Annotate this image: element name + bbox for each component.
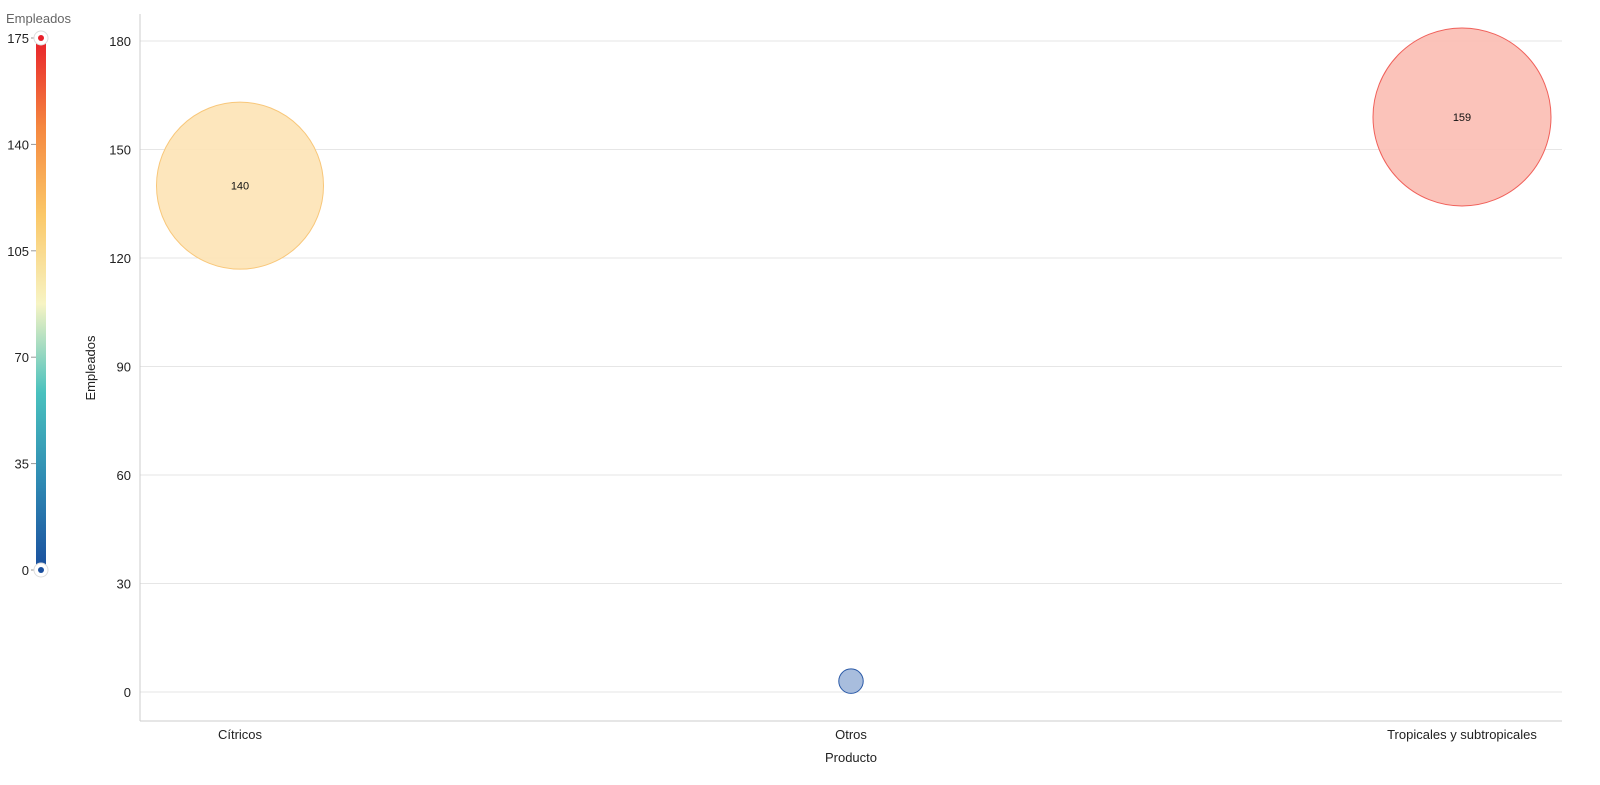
y-tick-label: 180	[109, 34, 131, 49]
y-tick-label: 90	[117, 360, 131, 375]
bubble-chart: Empleados 0 35 70 105 140 175 0 30 60 90 120 150 18…	[6, 11, 1562, 765]
bubbles: 140 159	[155, 27, 1552, 694]
y-tick-label: 60	[117, 468, 131, 483]
legend-tick-label: 70	[15, 350, 29, 365]
legend-color-bar	[36, 38, 46, 570]
y-tick-label: 0	[124, 685, 131, 700]
y-tick-label: 120	[109, 251, 131, 266]
legend-tick-label: 0	[22, 563, 29, 578]
x-axis-ticks: Cítricos Otros Tropicales y subtropicales	[218, 727, 1537, 742]
color-legend: Empleados 0 35 70 105 140 175	[6, 11, 72, 578]
legend-tick-label: 35	[15, 457, 29, 472]
x-axis-title: Producto	[825, 750, 877, 765]
legend-tick-label: 140	[7, 137, 29, 152]
x-tick-label: Otros	[835, 727, 867, 742]
y-tick-label: 150	[109, 143, 131, 158]
legend-min-marker	[38, 567, 44, 573]
legend-max-marker	[38, 35, 44, 41]
bubble[interactable]	[838, 668, 864, 694]
bubble-value-label: 140	[231, 181, 249, 193]
y-axis-ticks: 0 30 60 90 120 150 180	[109, 34, 131, 700]
legend-tick-label: 105	[7, 244, 29, 259]
x-tick-label: Tropicales y subtropicales	[1387, 727, 1537, 742]
legend-tick-label: 175	[7, 31, 29, 46]
y-axis-title: Empleados	[83, 335, 98, 401]
bubble-value-label: 159	[1453, 112, 1471, 124]
legend-title: Empleados	[6, 11, 72, 26]
x-tick-label: Cítricos	[218, 727, 263, 742]
y-tick-label: 30	[117, 577, 131, 592]
grid-lines	[140, 40, 1562, 693]
